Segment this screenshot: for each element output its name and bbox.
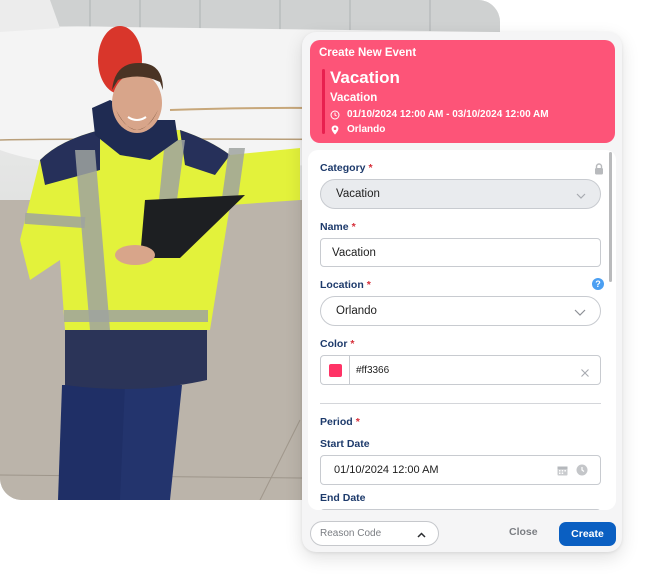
event-location-row: Orlando [330,124,385,135]
create-button[interactable]: Create [559,522,616,546]
section-divider [320,403,601,404]
close-button[interactable]: Close [509,526,538,538]
color-input[interactable]: #ff3366 [320,355,601,385]
start-date-value: 01/10/2024 12:00 AM [334,464,439,476]
lock-icon [594,162,604,180]
clock-icon [330,110,340,120]
name-input[interactable]: Vacation [320,238,601,267]
start-date-label: Start Date [320,438,370,450]
color-value: #ff3366 [356,364,390,376]
reason-code-placeholder: Reason Code [320,528,382,539]
form-scrollbar[interactable] [609,152,612,282]
period-label: Period * [320,416,360,428]
event-name-preview: Vacation [330,68,400,87]
create-event-dialog: Create New Event Vacation Vacation 01/10… [302,32,622,552]
event-period-text: 01/10/2024 12:00 AM - 03/10/2024 12:00 A… [347,109,549,120]
reason-code-select[interactable]: Reason Code [310,521,439,546]
location-label: Location * [320,279,371,291]
location-value: Orlando [336,305,377,317]
chevron-down-icon [576,190,586,202]
event-preview-header: Create New Event Vacation Vacation 01/10… [310,40,615,143]
color-swatch [328,363,342,377]
category-label: Category * [320,162,373,174]
start-date-input[interactable]: 01/10/2024 12:00 AM [320,455,601,485]
event-accent-bar [322,69,325,134]
name-label: Name * [320,221,356,233]
category-select[interactable]: Vacation [320,179,601,209]
event-category-preview: Vacation [330,92,378,104]
clock-icon[interactable] [576,464,588,479]
color-label: Color * [320,338,355,350]
event-location-text: Orlando [347,124,386,135]
name-value: Vacation [332,246,376,259]
chevron-up-icon [417,530,426,541]
event-period-row: 01/10/2024 12:00 AM - 03/10/2024 12:00 A… [330,109,549,120]
location-select[interactable]: Orlando [320,296,601,326]
map-pin-icon [330,125,340,135]
close-icon[interactable] [580,365,590,383]
category-value: Vacation [336,188,380,200]
dialog-title: Create New Event [319,47,417,59]
calendar-icon[interactable] [557,465,568,479]
end-date-input[interactable] [320,509,601,510]
end-date-label: End Date [320,492,366,504]
help-icon[interactable]: ? [592,278,604,290]
color-swatch-button[interactable] [321,356,350,384]
chevron-down-icon [574,307,586,319]
event-form: Category * Vacation Name * Vacation Locati… [308,150,616,510]
